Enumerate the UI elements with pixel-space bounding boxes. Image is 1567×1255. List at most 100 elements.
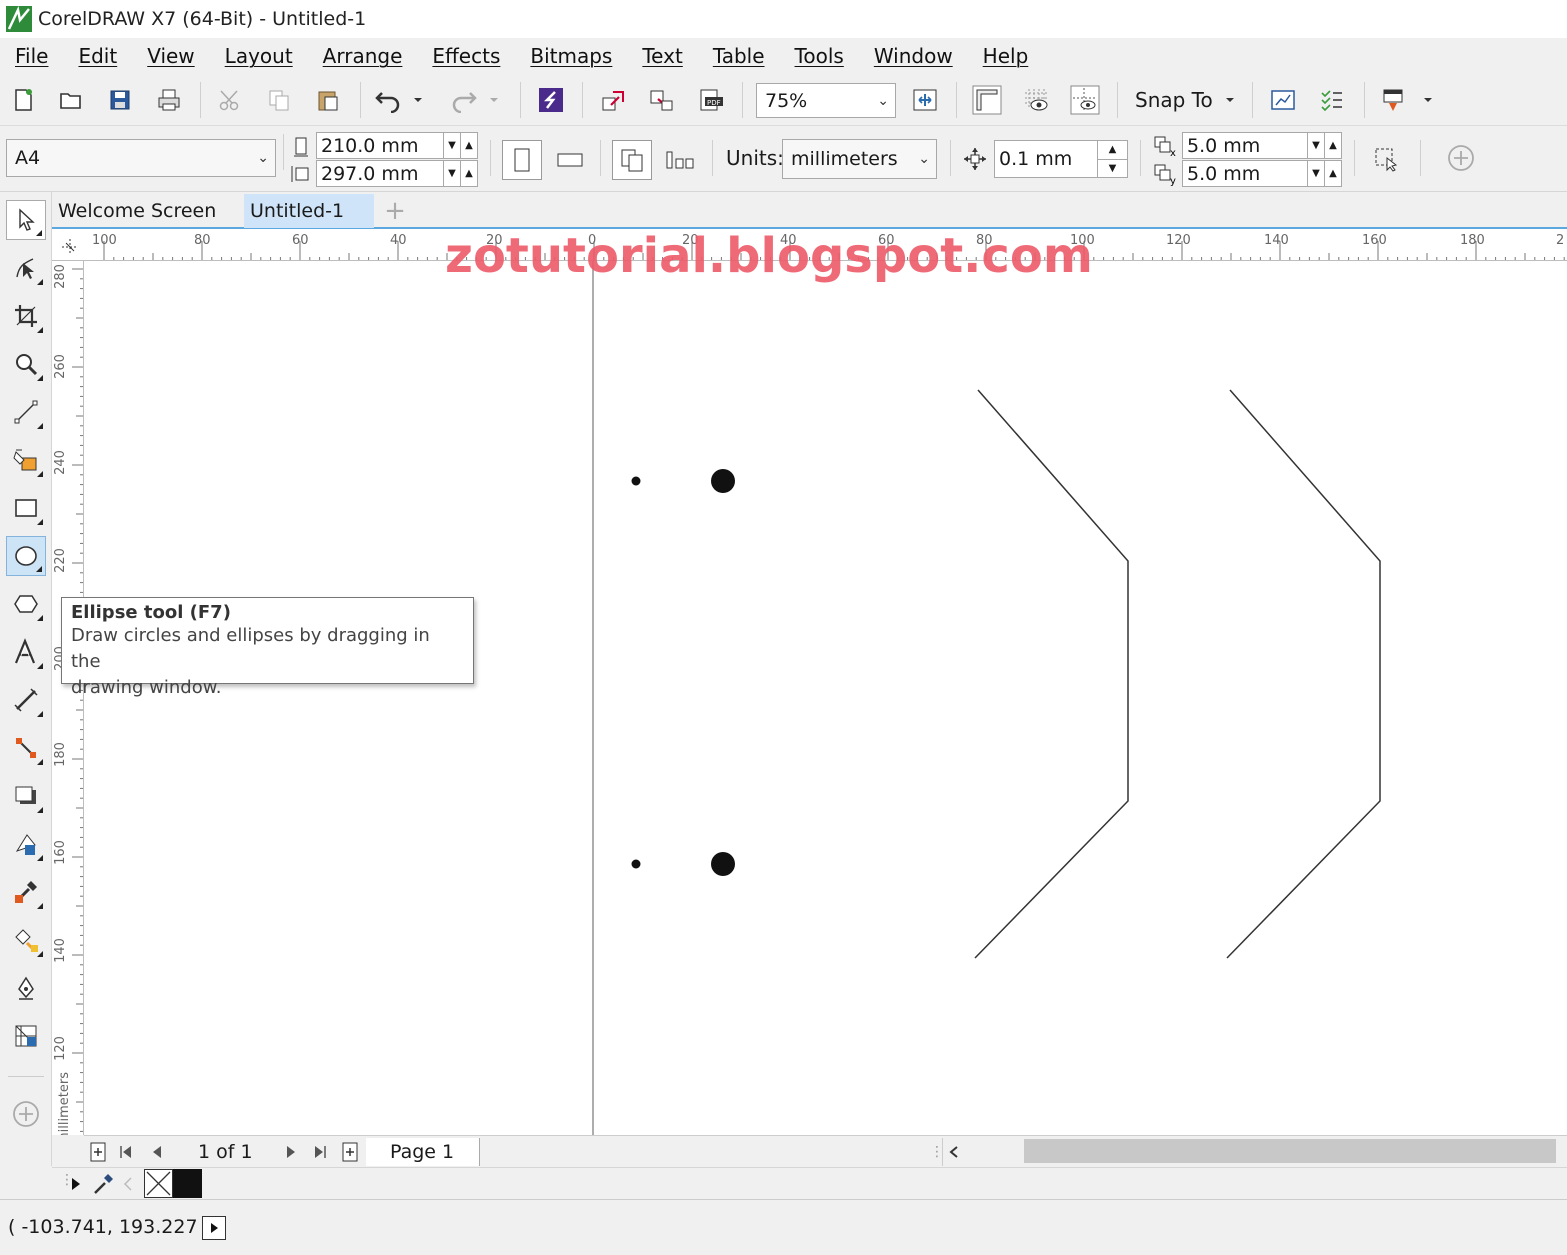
- show-grid-icon[interactable]: [1019, 84, 1053, 116]
- smart-fill-tool-icon[interactable]: [6, 440, 46, 480]
- large-dot-bottom[interactable]: [711, 852, 735, 876]
- connector-tool-icon[interactable]: [6, 728, 46, 768]
- first-page-icon[interactable]: [118, 1138, 134, 1166]
- menu-tools[interactable]: Tools: [780, 44, 859, 68]
- tab-untitled-1[interactable]: Untitled-1: [244, 194, 374, 228]
- shape-tool-icon[interactable]: [6, 248, 46, 288]
- page-width-field[interactable]: 210.0 mm ▼ ▲: [316, 132, 478, 159]
- application-launcher-icon[interactable]: [1315, 84, 1349, 116]
- small-dot-bottom[interactable]: [631, 859, 641, 869]
- add-toolbar-icon[interactable]: [1444, 142, 1478, 174]
- previous-page-icon[interactable]: [150, 1138, 164, 1166]
- ellipse-tool-icon[interactable]: [6, 536, 46, 576]
- rectangle-tool-icon[interactable]: [6, 488, 46, 528]
- print-icon[interactable]: [152, 84, 186, 116]
- spin-up-icon[interactable]: ▲: [1324, 161, 1341, 186]
- export-icon[interactable]: [645, 84, 679, 116]
- spin-up-icon[interactable]: ▲: [1324, 133, 1341, 158]
- transparency-tool-icon[interactable]: [6, 824, 46, 864]
- new-tab-plus-icon[interactable]: +: [382, 194, 408, 228]
- snap-to-dropdown[interactable]: Snap To: [1135, 86, 1235, 114]
- spin-down-icon[interactable]: ▼: [1097, 159, 1127, 177]
- save-icon[interactable]: [103, 84, 137, 116]
- spin-down-icon[interactable]: ▼: [1307, 133, 1324, 158]
- page-size-combo[interactable]: A4 ⌄: [6, 139, 276, 177]
- launcher-dropdown-icon[interactable]: [1418, 84, 1438, 116]
- next-page-icon[interactable]: [284, 1138, 298, 1166]
- spin-down-icon[interactable]: ▼: [443, 161, 460, 186]
- palette-expand-icon[interactable]: [70, 1176, 82, 1192]
- import-icon[interactable]: [596, 84, 630, 116]
- tab-welcome-screen[interactable]: Welcome Screen: [52, 194, 222, 228]
- menu-table[interactable]: Table: [698, 44, 780, 68]
- no-color-swatch[interactable]: [144, 1169, 173, 1198]
- show-guidelines-icon[interactable]: [1068, 84, 1102, 116]
- crop-tool-icon[interactable]: [6, 296, 46, 336]
- tab-page-1[interactable]: Page 1: [366, 1138, 480, 1166]
- zoom-tool-icon[interactable]: [6, 344, 46, 384]
- new-document-icon[interactable]: [6, 84, 40, 116]
- full-screen-preview-icon[interactable]: [908, 84, 942, 116]
- duplicate-x-field[interactable]: 5.0 mm ▼ ▲: [1182, 132, 1342, 159]
- cut-icon[interactable]: [213, 84, 247, 116]
- large-dot-top[interactable]: [711, 469, 735, 493]
- page-height-field[interactable]: 297.0 mm ▼ ▲: [316, 160, 478, 187]
- polygon-tool-icon[interactable]: [6, 584, 46, 624]
- text-tool-icon[interactable]: [6, 632, 46, 672]
- menu-help[interactable]: Help: [968, 44, 1044, 68]
- zoom-level-combo[interactable]: 75% ⌄: [756, 83, 896, 118]
- status-expand-button[interactable]: [202, 1216, 226, 1240]
- chevron-shape-left[interactable]: [974, 389, 1129, 959]
- freehand-tool-icon[interactable]: [6, 392, 46, 432]
- mesh-fill-tool-icon[interactable]: [6, 1016, 46, 1056]
- spin-down-icon[interactable]: ▼: [1307, 161, 1324, 186]
- insert-page-after-icon[interactable]: [340, 1138, 360, 1166]
- undo-icon[interactable]: [372, 84, 406, 116]
- show-rulers-icon[interactable]: [970, 84, 1004, 116]
- interactive-fill-tool-icon[interactable]: [6, 920, 46, 960]
- small-dot-top[interactable]: [631, 476, 641, 486]
- menu-layout[interactable]: Layout: [210, 44, 308, 68]
- search-content-icon[interactable]: [534, 84, 568, 116]
- eyedropper-icon[interactable]: [92, 1172, 114, 1196]
- insert-page-before-icon[interactable]: [88, 1138, 108, 1166]
- copy-icon[interactable]: [262, 84, 296, 116]
- horizontal-scrollbar-thumb[interactable]: [1024, 1139, 1556, 1163]
- palette-scroll-left-icon[interactable]: [122, 1176, 134, 1192]
- parallel-dimension-tool-icon[interactable]: [6, 680, 46, 720]
- menu-file[interactable]: File: [0, 44, 63, 68]
- menu-text[interactable]: Text: [627, 44, 697, 68]
- black-swatch[interactable]: [173, 1169, 202, 1198]
- menu-bitmaps[interactable]: Bitmaps: [515, 44, 627, 68]
- menu-arrange[interactable]: Arrange: [308, 44, 418, 68]
- drop-shadow-tool-icon[interactable]: [6, 776, 46, 816]
- treat-as-filled-icon[interactable]: [1368, 142, 1402, 174]
- menu-effects[interactable]: Effects: [417, 44, 515, 68]
- publish-pdf-icon[interactable]: PDF: [694, 84, 728, 116]
- all-pages-button[interactable]: [612, 140, 652, 180]
- menu-view[interactable]: View: [132, 44, 209, 68]
- menu-window[interactable]: Window: [859, 44, 968, 68]
- redo-dropdown-icon[interactable]: [484, 84, 504, 116]
- paste-icon[interactable]: [311, 84, 345, 116]
- units-combo[interactable]: millimeters ⌄: [782, 139, 937, 179]
- current-page-button[interactable]: [662, 140, 698, 180]
- redo-icon[interactable]: [446, 84, 480, 116]
- smart-fill-pen-icon[interactable]: [6, 968, 46, 1008]
- launcher-icon[interactable]: [1376, 84, 1410, 116]
- landscape-button[interactable]: [552, 140, 588, 180]
- open-folder-icon[interactable]: [54, 84, 88, 116]
- scroll-left-icon[interactable]: [942, 1138, 964, 1166]
- spin-up-icon[interactable]: ▲: [460, 161, 477, 186]
- color-eyedropper-tool-icon[interactable]: [6, 872, 46, 912]
- chevron-shape-right[interactable]: [1226, 389, 1381, 959]
- pick-tool-icon[interactable]: [6, 200, 46, 240]
- portrait-button[interactable]: [502, 140, 542, 180]
- options-icon[interactable]: [1266, 84, 1300, 116]
- add-tool-icon[interactable]: [6, 1094, 46, 1134]
- spin-up-icon[interactable]: ▲: [460, 133, 477, 158]
- duplicate-y-field[interactable]: 5.0 mm ▼ ▲: [1182, 160, 1342, 187]
- spin-up-icon[interactable]: ▲: [1097, 141, 1127, 160]
- undo-dropdown-icon[interactable]: [408, 84, 428, 116]
- menu-edit[interactable]: Edit: [63, 44, 132, 68]
